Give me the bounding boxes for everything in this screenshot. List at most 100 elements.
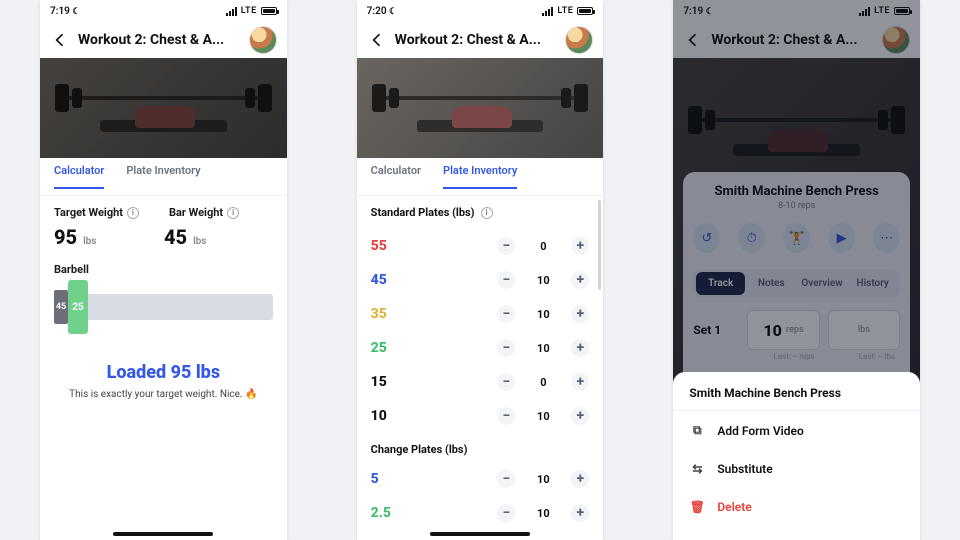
home-indicator[interactable] (113, 532, 213, 536)
tabs: Calculator Plate Inventory (40, 158, 287, 196)
barbell-icon[interactable]: 🏋 (783, 223, 810, 253)
signal-icon (226, 7, 237, 16)
minus-button[interactable]: − (497, 373, 515, 391)
plate-count: 0 (533, 376, 553, 389)
status-time: 7:20 (367, 6, 387, 17)
minus-button[interactable]: − (497, 470, 515, 488)
info-icon[interactable]: i (481, 207, 493, 219)
back-icon[interactable] (683, 30, 703, 50)
network-label: LTE (874, 6, 890, 16)
moon-icon: ☾ (389, 7, 397, 17)
history-icon[interactable]: ↺ (693, 223, 720, 253)
sheet-item-add-video[interactable]: ⧉Add Form Video (673, 411, 920, 450)
plus-button[interactable]: + (571, 339, 589, 357)
plus-button[interactable]: + (571, 237, 589, 255)
last-reps: Last: -- reps (773, 352, 814, 361)
network-label: LTE (557, 6, 573, 16)
reps-input[interactable]: 10repsLast: -- reps (747, 310, 819, 350)
signal-icon (859, 7, 870, 16)
status-time: 7:19 (50, 6, 70, 17)
header: Workout 2: Chest & A... (40, 22, 287, 58)
action-sheet: Smith Machine Bench Press ⧉Add Form Vide… (673, 372, 920, 540)
plus-button[interactable]: + (571, 271, 589, 289)
barbell-label: Barbell (54, 263, 273, 276)
timer-icon[interactable]: ⏱ (738, 223, 765, 253)
minus-button[interactable]: − (497, 271, 515, 289)
target-weight-input[interactable]: 95lbs (54, 225, 134, 249)
status-bar: 7:20 ☾ LTE (357, 0, 604, 22)
signal-icon (542, 7, 553, 16)
exercise-subtabs: Track Notes Overview History (693, 269, 900, 298)
standard-plates-label: Standard Plates (lbs)i (371, 206, 590, 219)
status-time: 7:19 (683, 6, 703, 17)
plate-row-2-5: 2.5−10+ (371, 496, 590, 530)
back-icon[interactable] (50, 30, 70, 50)
tab-calculator[interactable]: Calculator (54, 164, 104, 189)
bar-weight-input[interactable]: 45lbs (164, 225, 244, 249)
plus-button[interactable]: + (571, 470, 589, 488)
bar-weight-label: Bar Weighti (169, 206, 239, 219)
minus-button[interactable]: − (497, 339, 515, 357)
tab-plate-inventory[interactable]: Plate Inventory (443, 164, 517, 189)
exercise-scheme: 8-10 reps (693, 201, 900, 211)
tab-calculator[interactable]: Calculator (371, 164, 421, 189)
minus-button[interactable]: − (497, 504, 515, 522)
plate-count: 10 (533, 507, 553, 520)
plate-row-10: 10−10+ (371, 399, 590, 433)
plate-row-5: 5−10+ (371, 462, 590, 496)
subtab-history[interactable]: History (848, 272, 897, 295)
subtab-track[interactable]: Track (696, 272, 745, 295)
header: Workout 2: Chest & A... (357, 22, 604, 58)
minus-button[interactable]: − (497, 407, 515, 425)
plate-count: 10 (533, 473, 553, 486)
plate-row-55: 55−0+ (371, 229, 590, 263)
tab-plate-inventory[interactable]: Plate Inventory (126, 164, 200, 189)
minus-button[interactable]: − (497, 305, 515, 323)
scrollbar[interactable] (598, 200, 601, 290)
plate-row-25: 25−10+ (371, 331, 590, 365)
loaded-subtext: This is exactly your target weight. Nice… (54, 389, 273, 400)
set-row-1: Set 1 10repsLast: -- reps lbsLast: -- lb… (693, 310, 900, 350)
more-icon[interactable]: ⋯ (873, 223, 900, 253)
plus-button[interactable]: + (571, 504, 589, 522)
header: Workout 2: Chest & A... (673, 22, 920, 58)
subtab-overview[interactable]: Overview (798, 272, 847, 295)
last-lbs: Last: -- lbs (859, 352, 895, 361)
hero-image (357, 58, 604, 158)
status-bar: 7:19 ☾ LTE (40, 0, 287, 22)
moon-icon: ☾ (72, 7, 80, 17)
plate-count: 0 (533, 240, 553, 253)
plate-row-35: 35−10+ (371, 297, 590, 331)
sheet-item-substitute[interactable]: ⇆Substitute (673, 450, 920, 488)
sheet-item-delete[interactable]: 🗑Delete (673, 488, 920, 526)
page-title: Workout 2: Chest & A... (711, 32, 874, 48)
video-icon[interactable]: ▶ (828, 223, 855, 253)
camera-icon: ⧉ (689, 423, 705, 438)
hero-image (40, 58, 287, 158)
set-label: Set 1 (693, 323, 739, 337)
plus-button[interactable]: + (571, 373, 589, 391)
moon-icon: ☾ (706, 7, 714, 17)
avatar[interactable] (249, 26, 277, 54)
avatar[interactable] (882, 26, 910, 54)
plus-button[interactable]: + (571, 407, 589, 425)
plate-count: 10 (533, 342, 553, 355)
minus-button[interactable]: − (497, 237, 515, 255)
exercise-name: Smith Machine Bench Press (693, 184, 900, 199)
back-icon[interactable] (367, 30, 387, 50)
battery-icon (577, 7, 593, 15)
subtab-notes[interactable]: Notes (747, 272, 796, 295)
home-indicator[interactable] (430, 532, 530, 536)
sheet-title: Smith Machine Bench Press (673, 372, 920, 411)
weight-input[interactable]: lbsLast: -- lbs (828, 310, 900, 350)
change-plates-label: Change Plates (lbs) (371, 443, 590, 456)
page-title: Workout 2: Chest & A... (78, 32, 241, 48)
avatar[interactable] (565, 26, 593, 54)
barbell-visual: 45 25 (54, 294, 273, 320)
loaded-headline: Loaded 95 lbs (54, 362, 273, 383)
plate-count: 10 (533, 410, 553, 423)
plate-count: 10 (533, 274, 553, 287)
plus-button[interactable]: + (571, 305, 589, 323)
info-icon[interactable]: i (127, 207, 139, 219)
info-icon[interactable]: i (227, 207, 239, 219)
